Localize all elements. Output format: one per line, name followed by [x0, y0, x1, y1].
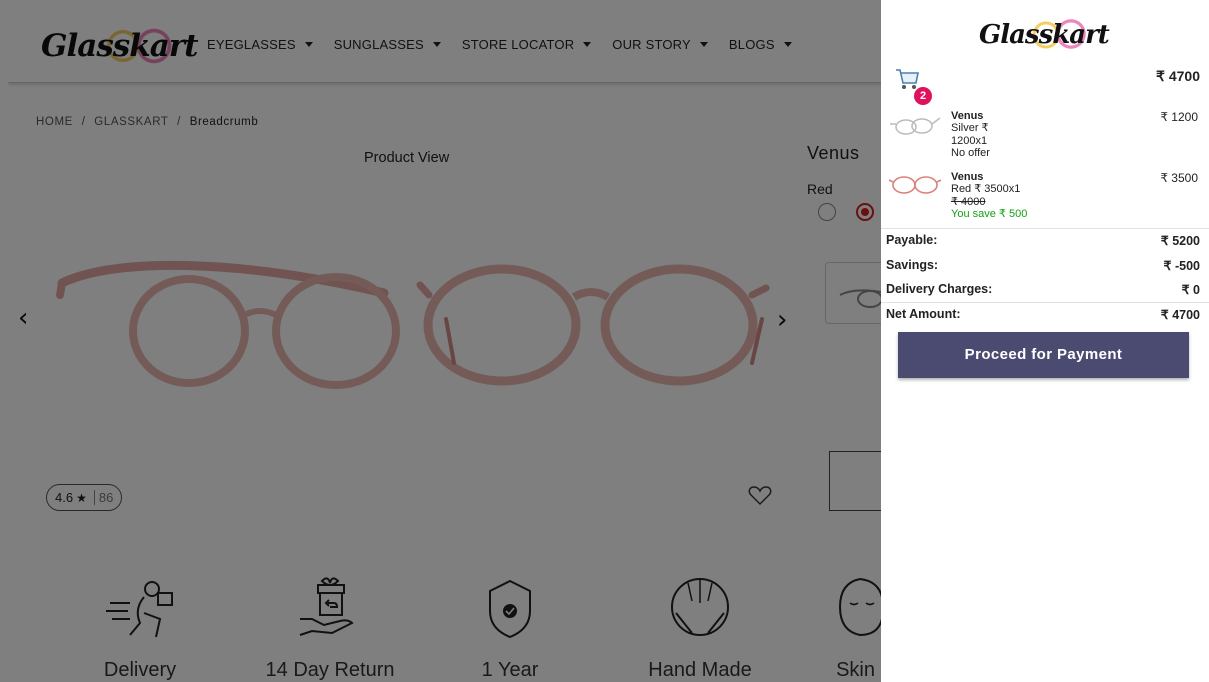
shopping-cart-icon[interactable]: [894, 67, 920, 91]
cart-brand-logo-text: Glasskart: [979, 20, 1110, 50]
cart-item-thumbnail: [888, 176, 942, 194]
summary-savings: Savings: ₹ -500: [886, 258, 1200, 273]
cart-drawer: Glasskart 2 ₹ 4700 Venus Silver ₹ 1200x1…: [881, 0, 1209, 682]
cart-item-price: ₹ 1200: [1160, 110, 1198, 124]
modal-backdrop[interactable]: [0, 0, 881, 682]
divider: [881, 302, 1209, 303]
cart-item-info: Venus Silver ₹ 1200x1 No offer: [951, 110, 990, 159]
cart-item-variant: Red ₹ 3500x1: [951, 183, 1021, 196]
cart-item-original-price: ₹ 4000: [951, 195, 986, 208]
cart-item-info: Venus Red ₹ 3500x1 ₹ 4000 You save ₹ 500: [951, 171, 1027, 220]
summary-label: Net Amount:: [886, 307, 961, 321]
summary-label: Delivery Charges:: [886, 282, 993, 296]
page: Glasskart EYEGLASSES SUNGLASSES STORE LO…: [0, 0, 1209, 682]
cart-item-price: ₹ 3500: [1160, 171, 1198, 185]
summary-value: ₹ 4700: [1160, 308, 1200, 322]
cart-item-variant: Silver ₹: [951, 122, 989, 135]
cart-count-badge: 2: [914, 87, 932, 105]
summary-delivery: Delivery Charges: ₹ 0: [886, 282, 1200, 297]
summary-label: Payable:: [886, 233, 938, 247]
cart-item-savings: You save ₹ 500: [951, 207, 1028, 220]
summary-label: Savings:: [886, 258, 939, 272]
summary-value: ₹ -500: [1163, 259, 1200, 273]
cart-total: ₹ 4700: [1156, 68, 1200, 84]
summary-value: ₹ 5200: [1160, 234, 1200, 248]
cart-item-thumbnail: [890, 117, 941, 135]
summary-value: ₹ 0: [1181, 283, 1200, 297]
cart-item-offer: No offer: [951, 146, 990, 159]
cart-item-name: Venus: [951, 110, 984, 122]
proceed-payment-button[interactable]: Proceed for Payment: [898, 332, 1189, 378]
cart-item-name: Venus: [951, 171, 984, 183]
cart-item-quantity: 1200x1: [951, 134, 988, 147]
cart-brand-logo: Glasskart: [979, 14, 1110, 56]
summary-net-amount: Net Amount: ₹ 4700: [886, 307, 1200, 322]
divider: [881, 228, 1209, 229]
summary-payable: Payable: ₹ 5200: [886, 233, 1200, 248]
